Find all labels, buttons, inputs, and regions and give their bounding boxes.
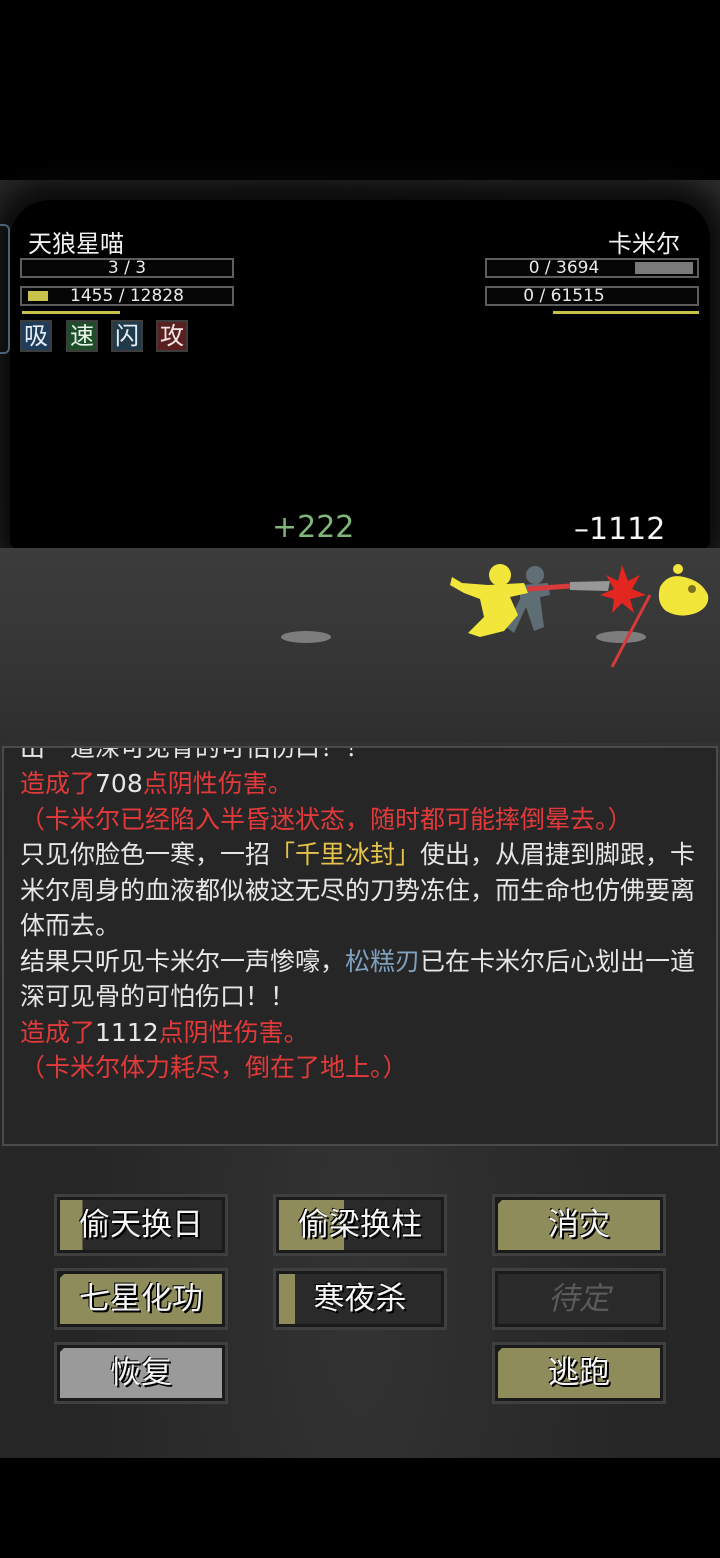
enemy-hp-value: 0 / 61515 <box>523 286 605 306</box>
player-qi-value: 3 / 3 <box>107 258 147 278</box>
buff-icon[interactable]: 闪 <box>111 320 143 352</box>
button-notch <box>57 1271 67 1281</box>
skill-button-steal-beam[interactable]: 偷梁换柱 <box>273 1194 447 1256</box>
player-name: 天狼星喵 <box>28 230 124 258</box>
skill-button-label: 偷天换日 <box>60 1200 222 1250</box>
combat-log[interactable]: 出一道深可见骨的可怕伤口！！ 造成了708点阴性伤害。 （卡米尔已经陷入半昏迷状… <box>2 746 718 1146</box>
skill-button-label: 寒夜杀 <box>279 1274 441 1324</box>
buff-icon[interactable]: 吸 <box>20 320 52 352</box>
player-hp-bar: 1455 / 12828 <box>20 286 234 306</box>
enemy-stamina-line <box>553 311 699 314</box>
damage-number: –1112 <box>574 512 666 547</box>
recover-button[interactable]: 恢复 <box>54 1342 228 1404</box>
skill-button-label: 待定 <box>498 1274 660 1324</box>
enemy-qi-bar: 0 / 3694 <box>485 258 699 278</box>
log-line: （卡米尔体力耗尽，倒在了地上。） <box>20 1053 408 1082</box>
flee-button[interactable]: 逃跑 <box>492 1342 666 1404</box>
skill-button-steal-sun[interactable]: 偷天换日 <box>54 1194 228 1256</box>
fighters-sprite <box>450 564 709 668</box>
skill-button-dispel[interactable]: 消灾 <box>492 1194 666 1256</box>
enemy-name: 卡米尔 <box>608 230 680 258</box>
enemy-qi-fill <box>635 262 693 274</box>
player-stamina-line <box>22 311 120 314</box>
log-line: 只见你脸色一寒，一招「千里冰封」使出，从眉捷到脚跟，卡米尔周身的血液都似被这无尽… <box>20 840 696 940</box>
bottom-letterbox <box>0 1458 720 1558</box>
player-afterimage <box>506 566 550 633</box>
log-cut-line: 出一道深可见骨的可怕伤口！！ <box>20 748 706 766</box>
player-qi-bar: 3 / 3 <box>20 258 234 278</box>
player-hp-value: 1455 / 12828 <box>70 286 184 306</box>
blade-trail <box>570 581 610 591</box>
player-hp-fill <box>28 291 48 301</box>
side-panel-handle[interactable] <box>0 224 10 354</box>
player-shadow <box>281 631 331 643</box>
log-line: 造成了708点阴性伤害。 <box>20 769 293 798</box>
skill-button-label: 偷梁换柱 <box>279 1200 441 1250</box>
skill-button-label: 消灾 <box>498 1200 660 1250</box>
buff-icon[interactable]: 攻 <box>156 320 188 352</box>
skill-button-cold-night[interactable]: 寒夜杀 <box>273 1268 447 1330</box>
player-blade <box>527 583 571 592</box>
skill-button-seven-stars[interactable]: 七星化功 <box>54 1268 228 1330</box>
skill-button-label: 逃跑 <box>498 1348 660 1398</box>
log-line: （卡米尔已经陷入半昏迷状态，随时都可能摔倒晕去。） <box>20 804 633 834</box>
enemy-figure <box>658 564 709 616</box>
skill-button-label: 恢复 <box>60 1348 222 1398</box>
log-line: 造成了1112点阴性伤害。 <box>20 1017 309 1047</box>
log-line: 结果只听见卡米尔一声惨嚎，松糕刃已在卡米尔后心划出一道深可见骨的可怕伤口！！ <box>20 946 696 1012</box>
button-notch <box>57 1345 67 1355</box>
top-letterbox <box>0 0 720 180</box>
enemy-hp-bar: 0 / 61515 <box>485 286 699 306</box>
skill-button-pending: 待定 <box>492 1268 666 1330</box>
skill-button-label: 七星化功 <box>60 1274 222 1324</box>
enemy-qi-value: 0 / 3694 <box>528 258 600 278</box>
button-notch <box>495 1345 505 1355</box>
heal-number: +222 <box>272 510 355 545</box>
button-notch <box>495 1197 505 1207</box>
buff-icon[interactable]: 速 <box>66 320 98 352</box>
